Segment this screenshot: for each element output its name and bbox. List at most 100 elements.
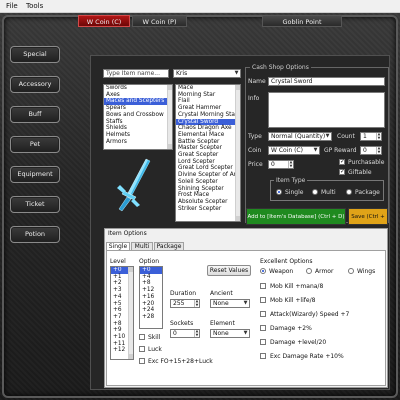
level-list[interactable]: +0 +1 +2 +3 +4 +5 +6 +7 +8 +9 +10 +11 +12 <box>110 266 134 360</box>
gp-reward-stepper[interactable]: 0 ▲ ▼ <box>360 146 382 155</box>
luck-label: Luck <box>148 346 162 353</box>
tab-wcoin-p[interactable]: W Coin (P) <box>132 15 187 27</box>
option-list-item[interactable]: +24 <box>140 307 162 314</box>
menu-file[interactable]: File <box>6 2 18 10</box>
item-list-item[interactable]: Soleil Scepter <box>176 179 240 186</box>
count-label: Count <box>337 133 355 140</box>
save-button[interactable]: Save (Ctrl + S) <box>348 208 388 236</box>
option-list-item[interactable]: +8 <box>140 280 162 287</box>
type-combo[interactable]: Normal (Quantity) ▼ <box>268 132 332 141</box>
item-list-item[interactable]: Lord Scepter <box>176 159 240 166</box>
tab-goblin-point[interactable]: Goblin Point <box>262 15 342 27</box>
category-scrollbar[interactable] <box>167 85 172 149</box>
category-list-item[interactable]: Helmets <box>104 132 172 139</box>
option-list[interactable]: +0 +4 +8 +12 +16 +20 +24 +28 <box>139 266 163 329</box>
side-button-special[interactable]: Special <box>10 46 60 63</box>
add-to-database-button[interactable]: Add to [Item's Database] (Ctrl + D) <box>246 208 346 225</box>
item-list-item[interactable]: Chaos Dragon Axe <box>176 125 240 132</box>
side-button-equipment[interactable]: Equipment <box>10 166 60 183</box>
skill-checkbox[interactable] <box>139 334 145 340</box>
element-label: Element <box>210 320 235 327</box>
price-stepper[interactable]: 0 ▲ ▼ <box>268 160 294 169</box>
spin-arrows-icon[interactable]: ▲ ▼ <box>194 329 199 337</box>
item-list-item[interactable]: Master Scepter <box>176 145 240 152</box>
item-list-item[interactable]: Flail <box>176 98 240 105</box>
exc-fo-checkbox[interactable] <box>139 358 145 364</box>
spin-arrows-icon[interactable]: ▲ ▼ <box>376 146 381 154</box>
category-list-item[interactable]: Axes <box>104 92 172 99</box>
item-list[interactable]: Mace Morning Star Flail Great Hammer Crystal… <box>175 84 241 222</box>
category-list[interactable]: Swords Axes Maces and Scepters Spears Bows a… <box>103 84 173 150</box>
filter-combo[interactable]: Kris ▼ <box>173 69 241 78</box>
purchasable-checkbox[interactable] <box>339 158 345 165</box>
item-type-package-radio[interactable] <box>346 189 352 195</box>
option-list-item[interactable]: +12 <box>140 287 162 294</box>
item-list-item[interactable]: Striker Scepter <box>176 206 240 213</box>
item-list-item[interactable]: Divine Scepter of Arc <box>176 172 240 179</box>
tab-wcoin-c[interactable]: W Coin (C) <box>78 15 130 27</box>
side-button-pet[interactable]: Pet <box>10 136 60 153</box>
option-list-item[interactable]: +0 <box>140 267 162 274</box>
excellent-wings-label: Wings <box>357 268 376 275</box>
exc-option-5-checkbox[interactable] <box>260 339 266 345</box>
exc-option-2-checkbox[interactable] <box>260 297 266 303</box>
exc-option-4-checkbox[interactable] <box>260 325 266 331</box>
option-list-item[interactable]: +16 <box>140 294 162 301</box>
level-scrollbar[interactable] <box>128 267 133 359</box>
side-button-ticket[interactable]: Ticket <box>10 196 60 213</box>
item-list-item[interactable]: Crystal Sword <box>176 118 240 126</box>
item-list-item[interactable]: Elemental Mace <box>176 132 240 139</box>
duration-stepper[interactable]: 255 ▲ ▼ <box>170 299 200 308</box>
reset-values-button[interactable]: Reset Values <box>207 265 251 276</box>
exc-option-3-checkbox[interactable] <box>260 311 266 317</box>
spin-arrows-icon[interactable]: ▲ ▼ <box>376 132 381 140</box>
exc-option-1-checkbox[interactable] <box>260 283 266 289</box>
item-type-multi-radio[interactable] <box>312 189 318 195</box>
spin-arrows-icon[interactable]: ▲ ▼ <box>288 160 293 168</box>
excellent-weapon-radio[interactable] <box>260 268 266 274</box>
item-list-item[interactable]: Absolute Scepter <box>176 199 240 206</box>
exc-option-6-checkbox[interactable] <box>260 353 266 359</box>
menu-tools[interactable]: Tools <box>26 2 43 10</box>
category-list-item[interactable]: Swords <box>104 85 172 92</box>
item-list-item[interactable]: Frost Mace <box>176 192 240 199</box>
info-field[interactable] <box>268 92 385 128</box>
item-list-item[interactable]: Great Hammer <box>176 105 240 112</box>
item-scrollbar[interactable] <box>235 85 240 221</box>
element-combo[interactable]: None ▼ <box>210 329 250 338</box>
count-stepper[interactable]: 1 ▲ ▼ <box>360 132 382 141</box>
name-field[interactable]: Crystal Sword <box>268 77 385 86</box>
excellent-armor-radio[interactable] <box>306 268 312 274</box>
sockets-stepper[interactable]: 0 ▲ ▼ <box>170 329 200 338</box>
item-list-item[interactable]: Crystal Morning Star <box>176 112 240 119</box>
category-list-item[interactable]: Bows and Crossbow <box>104 112 172 119</box>
category-list-item[interactable]: Armors <box>104 139 172 146</box>
item-list-item[interactable]: Battle Scepter <box>176 139 240 146</box>
luck-checkbox[interactable] <box>139 346 145 352</box>
item-list-item[interactable]: Shining Scepter <box>176 186 240 193</box>
item-type-single-radio[interactable] <box>276 189 282 195</box>
item-type-package-label: Package <box>355 189 380 196</box>
side-button-potion[interactable]: Potion <box>10 226 60 243</box>
option-list-item[interactable]: +28 <box>140 314 162 321</box>
item-list-item[interactable]: Great Lord Scepter <box>176 165 240 172</box>
option-list-item[interactable]: +4 <box>140 274 162 281</box>
coin-combo[interactable]: W Coin (C) ▼ <box>268 146 320 155</box>
category-list-item[interactable]: Maces and Scepters <box>104 98 172 106</box>
item-list-item[interactable]: Morning Star <box>176 92 240 99</box>
item-list-item[interactable]: Great Scepter <box>176 152 240 159</box>
exc-fo-label: Exc FO+15+28+Luck <box>148 358 213 365</box>
excellent-wings-radio[interactable] <box>348 268 354 274</box>
giftable-checkbox[interactable] <box>339 168 345 175</box>
side-button-buff[interactable]: Buff <box>10 106 60 123</box>
type-value: Normal (Quantity) <box>271 133 326 140</box>
ancient-combo[interactable]: None ▼ <box>210 299 250 308</box>
side-button-accessory[interactable]: Accessory <box>10 76 60 93</box>
search-input[interactable]: Type Item name... <box>103 69 169 78</box>
category-list-item[interactable]: Staffs <box>104 119 172 126</box>
item-list-item[interactable]: Mace <box>176 85 240 92</box>
option-list-item[interactable]: +20 <box>140 301 162 308</box>
category-list-item[interactable]: Spears <box>104 105 172 112</box>
spin-arrows-icon[interactable]: ▲ ▼ <box>194 299 199 307</box>
category-list-item[interactable]: Shields <box>104 125 172 132</box>
